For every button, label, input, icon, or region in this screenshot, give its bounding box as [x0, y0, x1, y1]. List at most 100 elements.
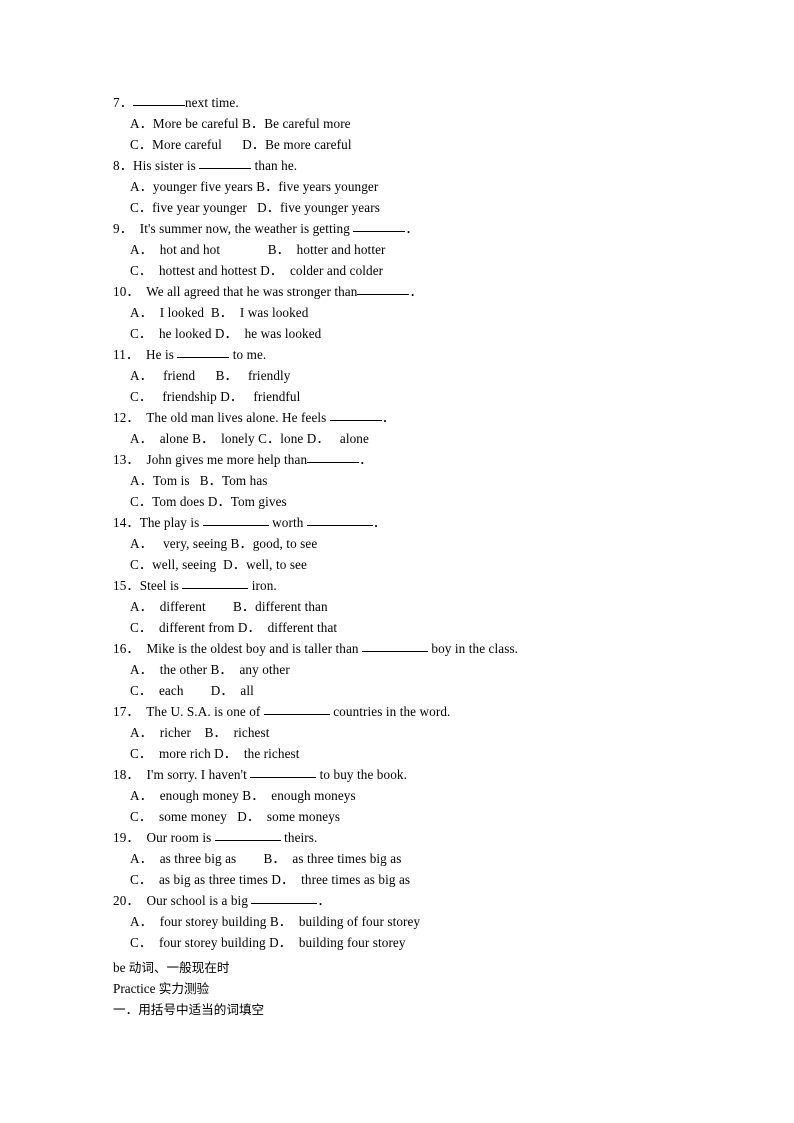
question-number: 10． — [113, 284, 140, 299]
question-text-before: It's summer now, the weather is getting — [132, 221, 354, 236]
question-text-after: to me. — [229, 347, 267, 362]
fill-in-blank[interactable] — [307, 450, 360, 463]
question-number: 19． — [113, 830, 140, 845]
option-row: C．five year younger D．five younger years — [130, 200, 380, 215]
fill-in-blank[interactable] — [199, 156, 252, 169]
fill-in-blank[interactable] — [182, 576, 249, 589]
question-text-before: The old man lives alone. He feels — [139, 410, 330, 425]
practice-label: Practice — [113, 981, 159, 996]
question-number: 17． — [113, 704, 140, 719]
question-stem: 19． Our room is theirs. — [113, 827, 693, 848]
fill-in-blank-second[interactable] — [306, 513, 373, 526]
be-label-chinese: 动词、一般现在时 — [128, 960, 230, 975]
question-text-before: The U. S.A. is one of — [139, 704, 264, 719]
option-row: C． he looked D． he was looked — [130, 326, 322, 341]
question-stem: 15．Steel is iron. — [113, 575, 693, 596]
exercise-one-chinese: 一．用括号中适当的词填空 — [113, 1002, 265, 1017]
fill-in-blank[interactable] — [263, 702, 330, 715]
question-text-after: ． — [372, 515, 387, 530]
question-number: 18． — [113, 767, 140, 782]
question-number: 7． — [113, 95, 133, 110]
question-stem: 16． Mike is the oldest boy and is taller… — [113, 638, 693, 659]
option-row: A． richer B． richest — [130, 725, 270, 740]
fill-in-blank[interactable] — [132, 93, 185, 106]
fill-in-blank[interactable] — [251, 891, 318, 904]
fill-in-blank[interactable] — [362, 639, 429, 652]
fill-in-blank[interactable] — [202, 513, 269, 526]
fill-in-blank[interactable] — [353, 219, 406, 232]
question-text-after: than he. — [251, 158, 298, 173]
option-row: C． as big as three times D． three times … — [130, 872, 411, 887]
option-row: A． I looked B． I was looked — [130, 305, 309, 320]
option-row: A． alone B． lonely C．lone D． alone — [130, 431, 369, 446]
fill-in-blank[interactable] — [329, 408, 382, 421]
fill-in-blank[interactable] — [214, 828, 281, 841]
question-number: 20． — [113, 893, 140, 908]
worksheet-content: 7． next time. A．More be careful B．Be care… — [113, 92, 693, 1020]
question-number: 16． — [113, 641, 140, 656]
option-row: A． different B．different than — [130, 599, 328, 614]
option-row: A． four storey building B． building of f… — [130, 914, 421, 929]
option-row: C． some money D． some moneys — [130, 809, 341, 824]
option-row: A． enough money B． enough moneys — [130, 788, 356, 803]
be-label: be — [113, 960, 129, 975]
question-number: 9． — [113, 221, 133, 236]
section-heading-exercise-one: 一．用括号中适当的词填空 — [113, 999, 693, 1020]
option-row: C．More careful D．Be more careful — [130, 137, 352, 152]
option-row: C． more rich D． the richest — [130, 746, 300, 761]
question-text-before: We all agreed that he was stronger than — [139, 284, 358, 299]
option-row: A．More be careful B．Be careful more — [130, 116, 351, 131]
question-stem: 8．His sister is than he. — [113, 155, 693, 176]
question-text-before: The play is — [139, 515, 203, 530]
question-text-after: ． — [409, 284, 423, 299]
option-row: A． the other B． any other — [130, 662, 290, 677]
question-number: 13． — [113, 452, 140, 467]
question-number: 14． — [113, 515, 140, 530]
option-row: C． different from D． different that — [130, 620, 338, 635]
question-text-after: to buy the book. — [316, 767, 407, 782]
option-row: A．Tom is B．Tom has — [130, 473, 268, 488]
question-stem: 20． Our school is a big ． — [113, 890, 693, 911]
option-row: A．younger five years B．five years younge… — [130, 179, 379, 194]
question-text-after: countries in the word. — [329, 704, 451, 719]
question-text-before: Our school is a big — [139, 893, 252, 908]
option-row: C． friendship D． friendful — [130, 389, 301, 404]
question-text-after: ． — [405, 221, 419, 236]
option-row: A． very, seeing B．good, to see — [130, 536, 318, 551]
fill-in-blank[interactable] — [177, 345, 230, 358]
question-stem: 18． I'm sorry. I haven't to buy the book… — [113, 764, 693, 785]
question-text-after: ． — [317, 893, 331, 908]
question-stem: 10． We all agreed that he was stronger t… — [113, 281, 693, 302]
question-stem: 17． The U. S.A. is one of countries in t… — [113, 701, 693, 722]
question-number: 15． — [113, 578, 140, 593]
document-page: 7． next time. A．More be careful B．Be care… — [0, 0, 794, 1123]
question-text-before: John gives me more help than — [139, 452, 308, 467]
question-stem: 12． The old man lives alone. He feels ． — [113, 407, 693, 428]
practice-label-chinese: 实力测验 — [158, 981, 210, 996]
option-row: C． each D． all — [130, 683, 254, 698]
option-row: A． friend B． friendly — [130, 368, 291, 383]
question-text-after: boy in the class. — [428, 641, 519, 656]
question-text-middle: worth — [268, 515, 307, 530]
fill-in-blank[interactable] — [357, 282, 410, 295]
fill-in-blank[interactable] — [250, 765, 317, 778]
question-number: 11． — [113, 347, 140, 362]
question-text-after: theirs. — [280, 830, 318, 845]
option-row: A． as three big as B． as three times big… — [130, 851, 402, 866]
option-row: C． hottest and hottest D． colder and col… — [130, 263, 384, 278]
question-number: 8． — [113, 158, 133, 173]
question-text-before: His sister is — [132, 158, 200, 173]
option-row: C．Tom does D．Tom gives — [130, 494, 287, 509]
question-text-after: ． — [359, 452, 373, 467]
question-number: 12． — [113, 410, 140, 425]
question-stem: 14．The play is worth ． — [113, 512, 693, 533]
question-text-before: He is — [139, 347, 178, 362]
section-heading-practice: Practice 实力测验 — [113, 978, 693, 999]
question-stem: 13． John gives me more help than ． — [113, 449, 693, 470]
option-row: C． four storey building D． building four… — [130, 935, 406, 950]
question-text-before: Steel is — [139, 578, 183, 593]
question-text-before: Our room is — [139, 830, 215, 845]
question-text-after: next time. — [184, 95, 239, 110]
section-heading-be-verb: be 动词、一般现在时 — [113, 957, 693, 978]
option-row: C．well, seeing D．well, to see — [130, 557, 307, 572]
